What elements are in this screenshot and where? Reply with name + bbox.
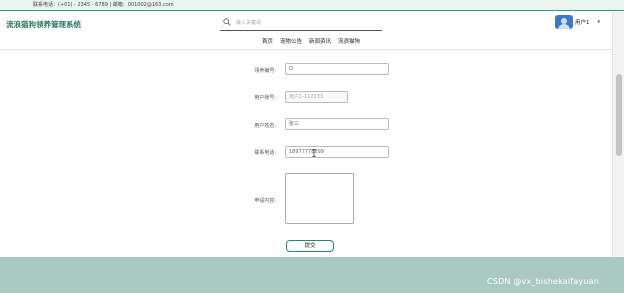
submit-button[interactable]: 提交 [286, 240, 334, 252]
watermark: CSDN @vx_bishekaifayuan [487, 277, 599, 286]
nav-item-pet-notices[interactable]: 宠物公告 [280, 37, 302, 47]
search-input[interactable] [236, 18, 376, 28]
user-name[interactable]: 用户1 [575, 18, 590, 26]
scrollbar-thumb[interactable] [616, 74, 622, 156]
site-title: 流浪猫狗领养管理系统 [6, 20, 81, 29]
nav-item-news[interactable]: 新闻资讯 [309, 37, 331, 47]
search-icon[interactable] [223, 18, 231, 26]
application-content-textarea[interactable] [285, 173, 354, 224]
user-account-field[interactable]: 用户1-112233 [285, 91, 348, 103]
nav-item-stray-pets[interactable]: 流浪猫狗 [338, 37, 360, 47]
adoption-number-label: 领养编号: [254, 68, 276, 74]
phone-field[interactable]: 18977778899 [285, 146, 389, 158]
main-nav: 首页 宠物公告 新闻资讯 流浪猫狗 [262, 37, 360, 47]
chevron-down-icon[interactable]: ▾ [598, 19, 601, 25]
text-cursor-icon [312, 149, 316, 157]
user-name-label: 用户姓名: [254, 123, 276, 129]
application-content-label: 申请内容: [254, 198, 276, 204]
user-menu[interactable]: 用户1 ▾ [555, 15, 600, 29]
site-header: 流浪猫狗领养管理系统 首页 宠物公告 新闻资讯 流浪猫狗 用户1 ▾ [0, 12, 612, 50]
page-scrollbar[interactable] [612, 12, 624, 257]
nav-item-home[interactable]: 首页 [262, 37, 273, 47]
user-name-field[interactable]: 张三 [285, 118, 389, 130]
page-footer [0, 257, 624, 293]
adoption-form: 领养编号: Q 用户账号: 用户1-112233 用户姓名: 张三 联系电话: … [0, 50, 612, 257]
user-account-label: 用户账号: [254, 95, 276, 101]
adoption-number-field[interactable]: Q [285, 63, 389, 75]
contact-info: 联系电话：(+01) - 2345 - 6789 | 邮箱：001002@163… [33, 2, 174, 8]
avatar[interactable] [555, 15, 573, 29]
search-box [220, 16, 382, 31]
contact-bar: 联系电话：(+01) - 2345 - 6789 | 邮箱：001002@163… [0, 0, 624, 11]
phone-label: 联系电话: [254, 150, 276, 156]
